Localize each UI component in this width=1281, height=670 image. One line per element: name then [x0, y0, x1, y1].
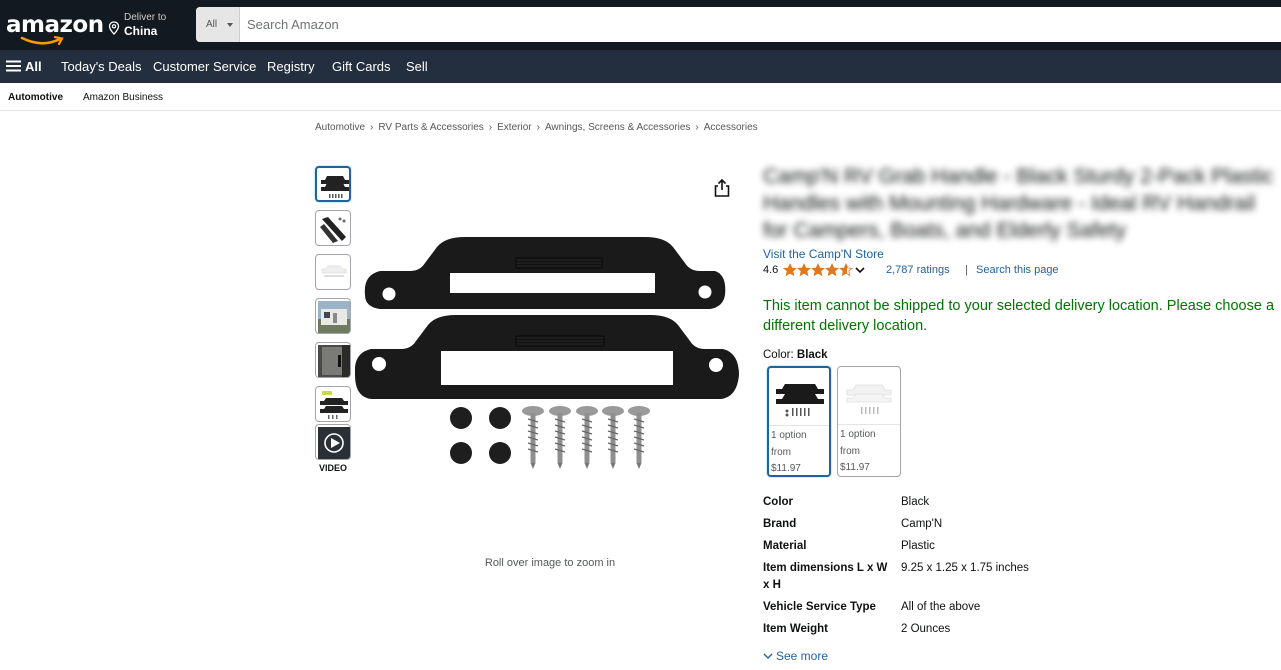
thumbnail-2[interactable]: [315, 210, 351, 246]
swatch-option-count: 1 option: [840, 429, 876, 440]
search-category-label: All: [206, 19, 218, 30]
screw-caps: [450, 407, 511, 464]
spec-key: Item Weight: [763, 623, 828, 635]
zoom-hint: Roll over image to zoom in: [484, 557, 616, 569]
breadcrumb-automotive[interactable]: Automotive: [315, 122, 365, 133]
subnav-automotive[interactable]: Automotive: [8, 92, 63, 103]
spec-value: All of the above: [901, 601, 981, 613]
breadcrumb-separator: ›: [536, 122, 540, 133]
see-more-label: See more: [776, 649, 829, 663]
swatch-price: $11.97: [840, 462, 870, 473]
swatch-price-text: 1 option from $11.97: [840, 427, 900, 477]
nav-customer-service[interactable]: Customer Service: [153, 59, 256, 74]
nav-gift-cards[interactable]: Gift Cards: [332, 59, 391, 74]
mounting-screws: [522, 406, 650, 469]
search-input[interactable]: [240, 7, 1280, 42]
amazon-logo[interactable]: amazon: [6, 10, 104, 46]
rv-photo-thumb-icon: [318, 301, 350, 333]
swatch-from: from: [840, 445, 860, 457]
deliver-to-location[interactable]: Deliver to China: [108, 12, 188, 40]
spec-value: Plastic: [901, 540, 935, 552]
deliver-to-country: China: [124, 24, 158, 38]
swatch-divider: [769, 425, 829, 426]
swatch-option-count: 1 option: [771, 430, 807, 441]
handles-angled-thumb-icon: [320, 217, 346, 243]
main-nav: All Today's Deals Customer Service Regis…: [0, 50, 1281, 83]
spec-key: Brand: [763, 518, 797, 530]
chevron-down-icon[interactable]: [855, 266, 865, 274]
spec-key: Vehicle Service Type: [763, 601, 876, 613]
nav-sell[interactable]: Sell: [406, 59, 428, 74]
spec-key: Item dimensions L x W x H: [763, 562, 888, 591]
nav-todays-deals[interactable]: Today's Deals: [61, 59, 142, 74]
color-label: Color: Black: [763, 349, 828, 361]
star-rating-icon[interactable]: [783, 263, 853, 277]
spec-value: Black: [901, 496, 930, 508]
grab-handle-thumb-icon: [321, 176, 349, 198]
grab-handle-bottom: [355, 315, 739, 399]
breadcrumb-separator: ›: [695, 122, 699, 133]
sub-nav: Automotive Amazon Business: [0, 83, 1281, 111]
location-pin-icon: [108, 21, 120, 35]
breadcrumb-exterior[interactable]: Exterior: [497, 122, 531, 133]
color-label-text: Color:: [763, 349, 794, 361]
subnav-amazon-business[interactable]: Amazon Business: [83, 92, 163, 103]
product-title: Camp'N RV Grab Handle - Black Sturdy 2-P…: [763, 165, 1274, 242]
swatch-price: $11.97: [771, 463, 801, 474]
package-thumb-icon: [320, 391, 348, 419]
play-video-icon: [318, 427, 350, 459]
swatch-divider: [838, 424, 900, 425]
thumbnail-video[interactable]: [315, 424, 351, 460]
ratings-count-link[interactable]: 2,787 ratings: [886, 264, 950, 276]
nav-all-label: All: [25, 59, 42, 74]
caret-down-icon: [227, 23, 233, 27]
spec-value: Camp'N: [901, 518, 943, 530]
color-selected-value: Black: [796, 349, 828, 361]
breadcrumb: Automotive › RV Parts & Accessories › Exteri…: [315, 122, 758, 133]
swatch-black[interactable]: 1 option from $11.97: [767, 366, 831, 477]
store-link[interactable]: Visit the Camp'N Store: [763, 247, 884, 261]
breadcrumb-awnings[interactable]: Awnings, Screens & Accessories: [545, 122, 690, 133]
breadcrumb-accessories[interactable]: Accessories: [704, 122, 758, 133]
white-handle-thumb-icon: [321, 265, 347, 277]
thumbnail-5[interactable]: [315, 342, 351, 378]
video-label: VIDEO: [318, 463, 347, 473]
spec-key: Material: [763, 540, 807, 552]
rating-separator: |: [965, 264, 968, 276]
shipping-warning: This item cannot be shipped to your sele…: [763, 298, 1275, 334]
interior-photo-thumb-icon: [318, 345, 350, 377]
breadcrumb-rv-parts[interactable]: RV Parts & Accessories: [378, 122, 483, 133]
share-icon[interactable]: [713, 178, 731, 198]
chevron-down-icon: [763, 653, 773, 659]
thumbnail-1[interactable]: [315, 166, 351, 202]
thumbnail-6[interactable]: [315, 386, 351, 422]
product-main-image[interactable]: [355, 175, 745, 475]
grab-handle-top: [364, 237, 726, 309]
logo-smile-icon: [20, 36, 64, 46]
search-this-page-link[interactable]: Search this page: [976, 264, 1059, 276]
black-handle-swatch-icon: [776, 384, 824, 417]
search-bar: All: [196, 7, 1281, 42]
spec-key: Color: [763, 496, 794, 508]
search-category-select[interactable]: All: [196, 7, 240, 42]
spec-value: 2 Ounces: [901, 623, 951, 635]
hamburger-menu-icon: [6, 60, 21, 72]
thumbnail-3[interactable]: [315, 254, 351, 290]
logo-text: amazon: [6, 12, 104, 38]
spec-value: 9.25 x 1.25 x 1.75 inches: [901, 562, 1029, 574]
top-header: amazon Deliver to China All: [0, 0, 1281, 50]
deliver-to-label: Deliver to: [124, 12, 167, 23]
nav-registry[interactable]: Registry: [267, 59, 315, 74]
swatch-white[interactable]: 1 option from $11.97: [837, 366, 901, 477]
breadcrumb-separator: ›: [370, 122, 374, 133]
thumbnail-4[interactable]: [315, 298, 351, 334]
white-handle-swatch-icon: [846, 384, 892, 414]
swatch-price-text: 1 option from $11.97: [771, 428, 831, 478]
breadcrumb-separator: ›: [488, 122, 493, 133]
swatch-from: from: [771, 446, 791, 458]
rating-value: 4.6: [763, 264, 779, 276]
